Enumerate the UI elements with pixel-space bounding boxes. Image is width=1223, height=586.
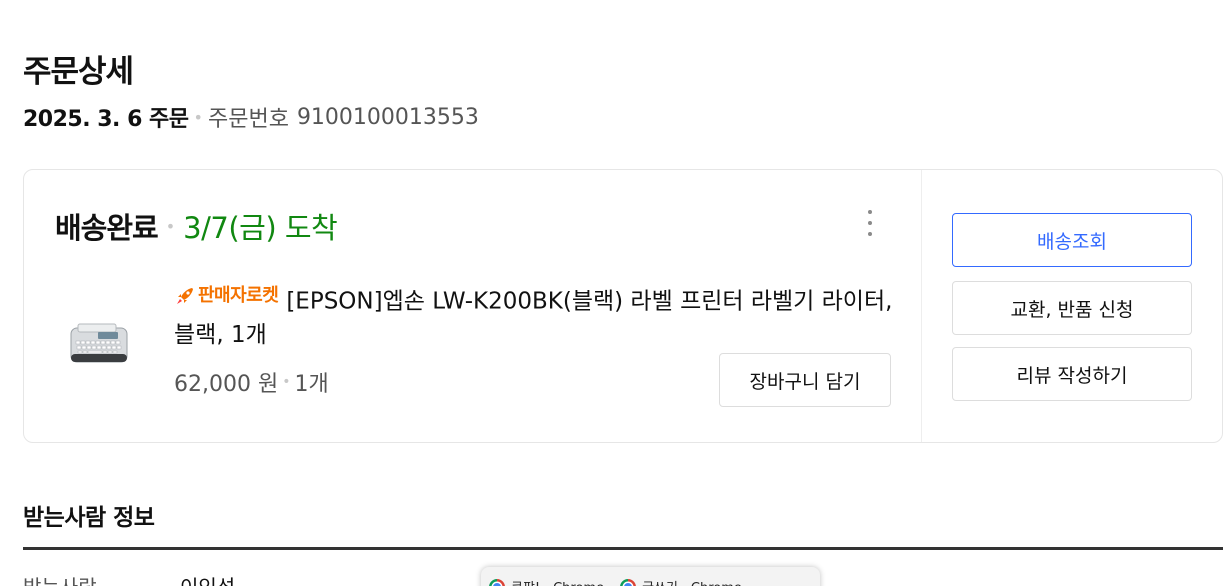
order-number: 9100100013553 bbox=[296, 104, 479, 130]
section-divider bbox=[23, 547, 1223, 550]
separator-dot: • bbox=[165, 216, 176, 236]
separator-dot: • bbox=[193, 107, 203, 127]
recipient-section-title: 받는사람 정보 bbox=[23, 505, 155, 531]
product-name[interactable]: 판매자로켓 [EPSON]엡손 LW-K200BK(블랙) 라벨 프린터 라벨기 … bbox=[174, 279, 894, 352]
separator-dot: • bbox=[282, 374, 291, 390]
rocket-icon bbox=[177, 287, 193, 304]
page-title: 주문상세 bbox=[23, 54, 134, 90]
arrival-date: 3/7(금) 도착 bbox=[183, 211, 338, 245]
write-review-button[interactable]: 리뷰 작성하기 bbox=[952, 347, 1192, 401]
seller-rocket-badge: 판매자로켓 bbox=[174, 279, 279, 312]
status-label: 배송완료 bbox=[55, 211, 159, 245]
track-delivery-button[interactable]: 배송조회 bbox=[952, 213, 1192, 267]
exchange-return-button[interactable]: 교환, 반품 신청 bbox=[952, 281, 1192, 335]
taskbar-item-label: 글쓰기 - Chrome bbox=[642, 577, 742, 586]
order-card: 배송완료 • 3/7(금) 도착 판매자로켓 [EPSON]엡손 LW-K200B… bbox=[23, 169, 1223, 443]
more-vertical-icon[interactable] bbox=[860, 206, 880, 240]
add-to-cart-button[interactable]: 장바구니 담기 bbox=[719, 353, 891, 407]
recipient-label: 받는사람 bbox=[23, 571, 97, 586]
taskbar-item-label: 쿠팡! - Chrome bbox=[511, 577, 604, 586]
badge-label: 판매자로켓 bbox=[198, 285, 279, 306]
product-thumbnail[interactable] bbox=[68, 320, 130, 366]
product-quantity: 1개 bbox=[294, 372, 329, 397]
product-price: 62,000 원 bbox=[174, 372, 279, 397]
order-number-label: 주문번호 bbox=[207, 107, 289, 132]
recipient-row: 받는사람 이인성 bbox=[23, 571, 423, 586]
product-title[interactable]: [EPSON]엡손 LW-K200BK(블랙) 라벨 프린터 라벨기 라이터, … bbox=[174, 289, 892, 348]
card-divider bbox=[921, 170, 922, 442]
order-date: 2025. 3. 6 주문 bbox=[23, 107, 189, 132]
taskbar-item-write[interactable]: 글쓰기 - Chrome bbox=[620, 577, 742, 586]
recipient-value: 이인성 bbox=[180, 571, 235, 586]
delivery-status: 배송완료 • 3/7(금) 도착 bbox=[55, 205, 338, 247]
taskbar-preview-popup: 쿠팡! - Chrome 글쓰기 - Chrome bbox=[481, 567, 820, 586]
order-meta: 2025. 3. 6 주문 • 주문번호 9100100013553 bbox=[23, 101, 479, 133]
chrome-icon bbox=[620, 578, 637, 586]
chrome-icon bbox=[489, 578, 505, 586]
taskbar-item-coupang[interactable]: 쿠팡! - Chrome bbox=[489, 577, 604, 586]
price-row: 62,000 원 • 1개 bbox=[174, 366, 329, 398]
